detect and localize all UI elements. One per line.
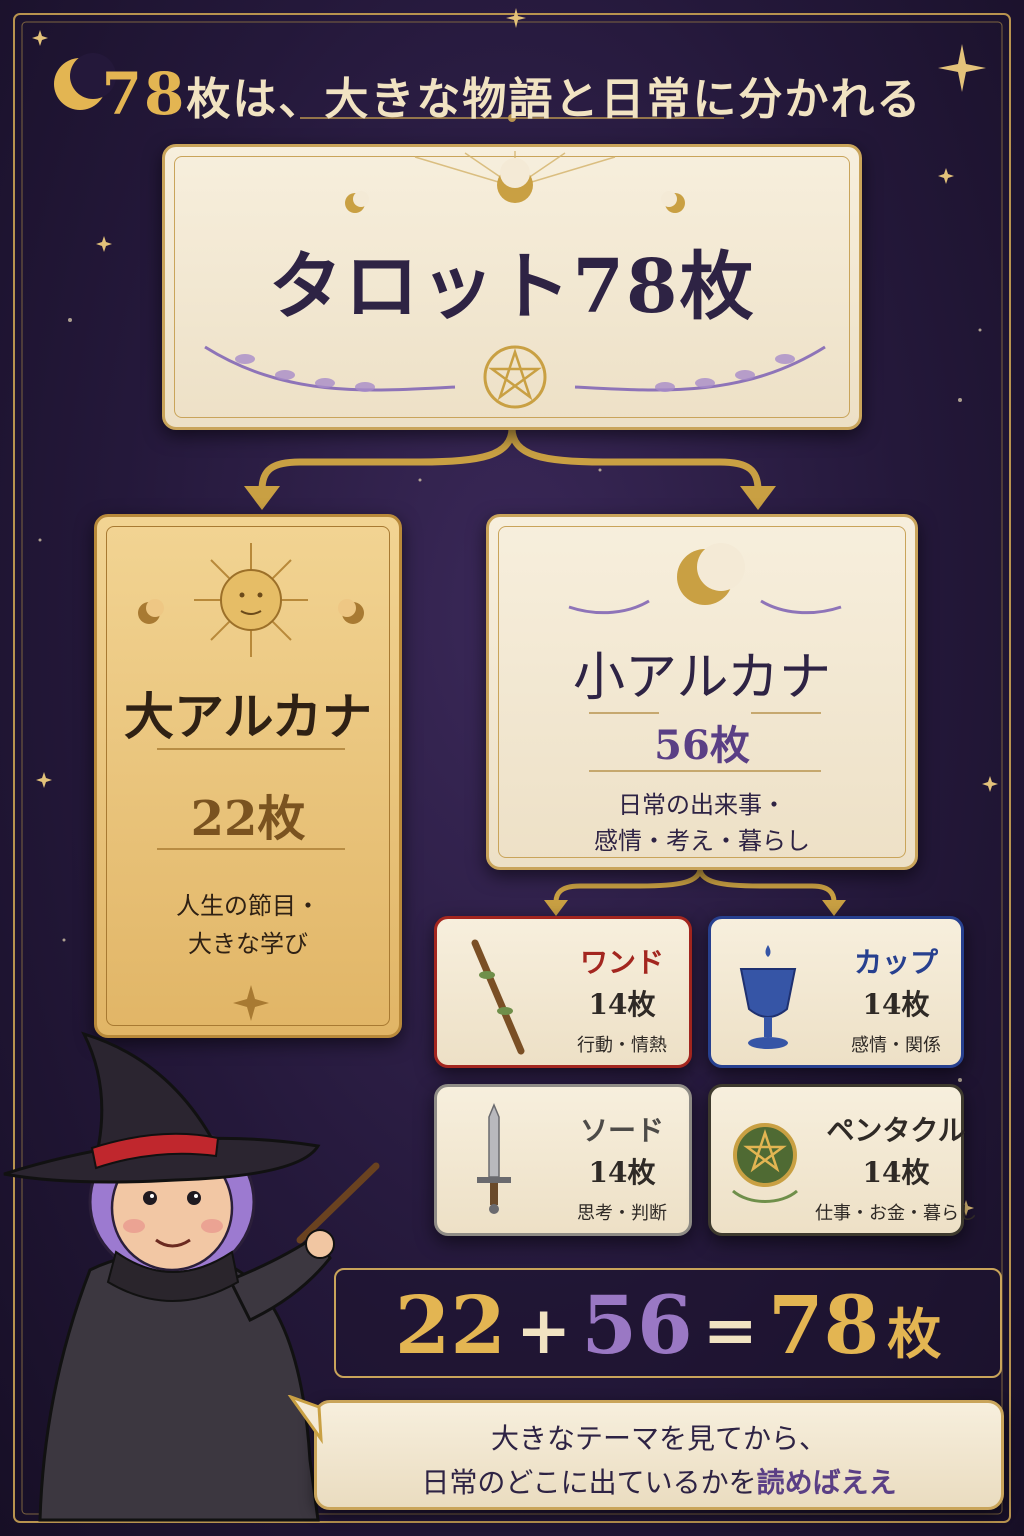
major-arcana-description: 人生の節目・ 大きな学び [97,887,399,963]
wand-icon [471,939,525,1055]
suit-count-cups: 14枚 [862,988,930,1021]
crescent-moon-icon [677,543,745,605]
suit-desc-swords: 思考・判断 [577,1203,667,1224]
speech-line-2: 日常のどこに出ているかを読めばええ [317,1461,1001,1501]
suit-desc-cups: 感情・関係 [851,1035,941,1056]
crescent-moon-icon [497,158,533,203]
suit-card-wands: ワンド 14枚 行動・情熱 [434,916,692,1068]
equation-box: 22 +56 = 78 枚 [334,1268,1002,1378]
minor-arcana-title: 小アルカナ [573,648,831,708]
suit-count-wands: 14枚 [588,988,656,1021]
suit-card-cups: カップ 14枚 感情・関係 [708,916,964,1068]
equation-total: 78 [767,1278,880,1372]
minor-arcana-description: 日常の出来事・ 感情・考え・暮らし [489,787,915,859]
suit-count-pentacles: 14枚 [862,1156,930,1189]
major-desc-line: 人生の節目・ [176,892,320,920]
tarot-78-card: タロット78枚 [162,144,862,430]
sword-icon [477,1103,511,1214]
cup-icon [739,945,797,1049]
minor-arcana-card: 小アルカナ 56枚 日常の出来事・ 感情・考え・暮らし [486,514,918,870]
main-card-title: タロット78枚 [268,244,756,330]
minor-desc-line: 感情・考え・暮らし [594,827,810,855]
suit-count-swords: 14枚 [588,1156,656,1189]
speech-highlight: 読めばええ [756,1466,897,1499]
major-desc-line: 大きな学び [188,930,308,958]
pentacle-icon [483,345,547,409]
speech-line-1: 大きなテーマを見てから、 [490,1422,827,1455]
minor-desc-line: 日常の出来事・ [618,791,786,819]
suit-name-pentacles: ペンタクル [826,1114,966,1147]
equation: 22 +56 = 78 枚 [336,1280,1000,1379]
major-arcana-count: 22枚 [190,791,306,847]
equation-minor-count: 56 [581,1278,693,1372]
pentacle-coin-icon [732,1123,798,1203]
suit-desc-pentacles: 仕事・お金・暮らし [815,1203,977,1224]
equation-major-count: 22 [394,1278,507,1372]
suit-name-cups: カップ [853,946,938,979]
suit-desc-wands: 行動・情熱 [577,1035,667,1056]
sparkle-icon [233,985,269,1021]
speech-bubble: 大きなテーマを見てから、 日常のどこに出ているかを読めばええ [287,1395,1004,1510]
title-text: 枚は、大きな物語と日常に分かれる [186,74,923,125]
connector-main [258,424,762,494]
page-title: 78枚は、大きな物語と日常に分かれる [0,60,1024,128]
plus-sign: + [516,1291,572,1369]
major-arcana-card: 大アルカナ 22枚 人生の節目・ 大きな学び [94,514,402,1038]
major-arcana-title: 大アルカナ [124,687,372,746]
connector-minor [553,865,837,905]
suit-name-wands: ワンド [579,946,664,979]
speech-line-2-text: 日常のどこに出ているかを [421,1466,757,1499]
title-number: 78 [101,60,187,128]
minor-arcana-count: 56枚 [654,722,750,769]
suit-card-pentacles: ペンタクル 14枚 仕事・お金・暮らし [708,1084,977,1236]
suit-name-swords: ソード [579,1114,664,1147]
equation-unit: 枚 [887,1302,942,1366]
sun-icon [194,543,308,657]
suit-card-swords: ソード 14枚 思考・判断 [434,1084,692,1236]
equals-sign: = [702,1291,758,1369]
